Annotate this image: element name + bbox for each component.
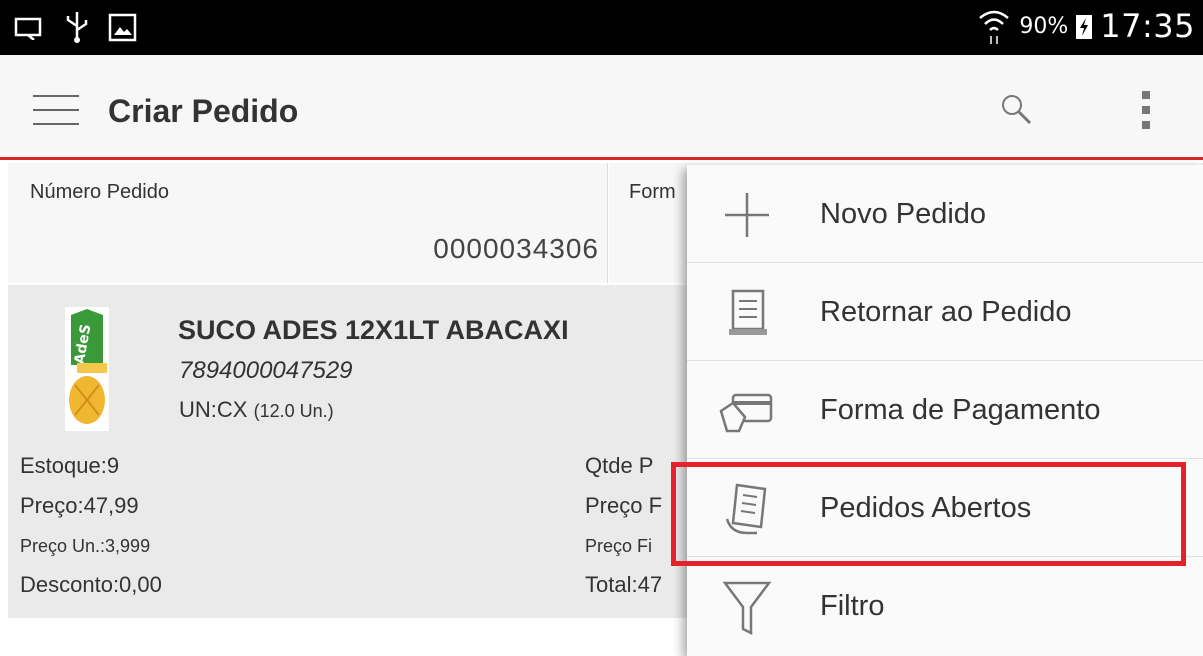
- payment-form-label: Form: [629, 181, 676, 203]
- funnel-icon: [722, 581, 772, 636]
- menu-item-filtro[interactable]: Filtro: [687, 557, 1203, 655]
- menu-item-label: Filtro: [820, 590, 885, 622]
- overflow-menu: Novo Pedido Retornar ao Pedido Forma de …: [687, 165, 1203, 656]
- discount-text: Desconto:0,00: [20, 572, 162, 597]
- menu-item-label: Forma de Pagamento: [820, 394, 1101, 426]
- clock: 17:35: [1100, 7, 1195, 45]
- search-icon[interactable]: [1000, 93, 1032, 125]
- price-text: Preço:47,99: [20, 493, 139, 518]
- product-unit-detail: (12.0 Un.): [253, 401, 334, 421]
- final-unit-price-text: Preço Fi: [585, 536, 653, 556]
- document-icon: [729, 289, 767, 335]
- wifi-icon: [979, 10, 1010, 44]
- app-bar: Criar Pedido: [0, 55, 1203, 160]
- battery-charging-icon: [1076, 15, 1093, 39]
- product-name: SUCO ADES 12X1LT ABACAXI: [178, 315, 569, 345]
- stock-text: Estoque:9: [20, 453, 120, 478]
- highlight-box: [671, 462, 1186, 566]
- usb-icon: [66, 12, 88, 43]
- product-unit: UN:CX (12.0 Un.): [179, 397, 334, 423]
- overflow-menu-icon[interactable]: [1140, 91, 1152, 136]
- order-number-label: Número Pedido: [30, 181, 169, 203]
- menu-item-forma-pagamento[interactable]: Forma de Pagamento: [687, 361, 1203, 459]
- total-text: Total:47: [585, 572, 663, 597]
- menu-item-novo-pedido[interactable]: Novo Pedido: [687, 165, 1203, 263]
- menu-item-label: Novo Pedido: [820, 198, 987, 230]
- menu-hamburger-icon[interactable]: [33, 95, 79, 127]
- product-code: 7894000047529: [179, 357, 353, 384]
- status-bar: 90% 17:35: [0, 0, 1203, 55]
- card-payment-icon: [719, 393, 773, 433]
- product-unit-value: UN:CX: [179, 397, 248, 422]
- order-number-value: 0000034306: [433, 233, 599, 264]
- order-number-field[interactable]: Número Pedido 0000034306: [8, 163, 608, 283]
- page-title: Criar Pedido: [108, 93, 299, 129]
- product-image: AdeS: [65, 307, 109, 431]
- plus-icon: [725, 193, 769, 237]
- battery-level: 90%: [1019, 13, 1069, 39]
- unit-price-text: Preço Un.:3,999: [20, 536, 151, 556]
- image-icon: [108, 13, 137, 42]
- menu-item-label: Retornar ao Pedido: [820, 296, 1072, 328]
- menu-item-retornar-pedido[interactable]: Retornar ao Pedido: [687, 263, 1203, 361]
- quantity-text: Qtde P: [585, 453, 654, 478]
- status-right: 90% 17:35: [977, 6, 1195, 46]
- final-price-text: Preço F: [585, 493, 663, 518]
- cast-icon: [14, 17, 42, 40]
